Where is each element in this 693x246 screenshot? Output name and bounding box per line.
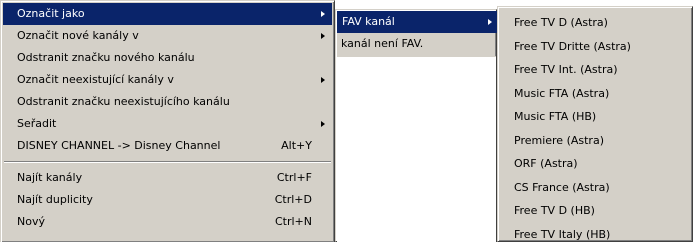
menu-item-label: FAV kanál — [342, 15, 395, 28]
fav-list-submenu: Free TV D (Astra) Free TV Dritte (Astra)… — [497, 6, 693, 242]
menu-item-label: Free TV Dritte (Astra) — [514, 40, 631, 53]
menu-item-label: DISNEY CHANNEL -> Disney Channel — [17, 139, 220, 152]
menu-item-label: Označit jako — [17, 7, 85, 20]
fav-list-item[interactable]: ORF (Astra) — [500, 152, 690, 176]
menu-item-label: Music FTA (Astra) — [514, 87, 609, 100]
menu-item-mark-new-channels[interactable]: Označit nové kanály v — [3, 25, 332, 47]
fav-list-item[interactable]: Free TV D (Astra) — [500, 11, 690, 35]
submenu-arrow-icon — [321, 121, 325, 127]
menu-item-mark-nonexistent-channels[interactable]: Označit neexistující kanály v — [3, 69, 332, 91]
menu-item-label: Free TV Italy (HB) — [514, 228, 610, 241]
menu-item-label: Najít kanály — [17, 171, 82, 184]
menu-item-label: Seřadit — [17, 117, 56, 130]
fav-list-item[interactable]: Music FTA (Astra) — [500, 82, 690, 106]
menu-item-mark-as[interactable]: Označit jako — [3, 3, 332, 25]
mark-as-submenu: FAV kanál kanál není FAV. — [335, 9, 497, 242]
menu-item-label: Najít duplicity — [17, 193, 93, 206]
menu-item-label: Odstranit značku neexistujícího kanálu — [17, 95, 230, 108]
submenu-arrow-icon — [488, 19, 492, 25]
menu-item-find-channels[interactable]: Najít kanály Ctrl+F — [3, 167, 332, 189]
fav-list-item[interactable]: Free TV Int. (Astra) — [500, 58, 690, 82]
menu-item-label: Free TV D (HB) — [514, 204, 595, 217]
menu-item-label: Nový — [17, 215, 45, 228]
submenu-empty-area — [337, 56, 496, 243]
menu-item-label: kanál není FAV. — [341, 37, 423, 50]
menu-item-label: Odstranit značku nového kanálu — [17, 51, 195, 64]
fav-list-item[interactable]: Free TV Dritte (Astra) — [500, 35, 690, 59]
submenu-arrow-icon — [321, 11, 325, 17]
shortcut-label: Ctrl+D — [275, 189, 312, 211]
menu-item-fav-channel[interactable]: FAV kanál — [337, 11, 499, 33]
shortcut-label: Ctrl+N — [275, 211, 312, 233]
shortcut-label: Ctrl+F — [277, 167, 312, 189]
menu-item-remove-nonexistent-mark[interactable]: Odstranit značku neexistujícího kanálu — [3, 91, 332, 113]
shortcut-label: Alt+Y — [281, 135, 312, 157]
menu-item-not-fav[interactable]: kanál není FAV. — [336, 33, 496, 55]
menu-item-sort[interactable]: Seřadit — [3, 113, 332, 135]
context-menu: Označit jako Označit nové kanály v Odstr… — [0, 0, 335, 242]
menu-item-label: Premiere (Astra) — [514, 134, 604, 147]
menu-item-label: Označit neexistující kanály v — [17, 73, 174, 86]
menu-item-find-duplicates[interactable]: Najít duplicity Ctrl+D — [3, 189, 332, 211]
fav-list-item[interactable]: Free TV Italy (HB) — [500, 223, 690, 246]
menu-item-label: Free TV D (Astra) — [514, 16, 608, 29]
fav-list-item[interactable]: Free TV D (HB) — [500, 199, 690, 223]
menu-item-remove-new-mark[interactable]: Odstranit značku nového kanálu — [3, 47, 332, 69]
menu-separator — [4, 161, 331, 163]
submenu-arrow-icon — [321, 77, 325, 83]
menu-item-label: ORF (Astra) — [514, 157, 578, 170]
menu-item-label: CS France (Astra) — [514, 181, 610, 194]
menu-item-new[interactable]: Nový Ctrl+N — [3, 211, 332, 233]
submenu-arrow-icon — [321, 33, 325, 39]
fav-list-item[interactable]: Music FTA (HB) — [500, 105, 690, 129]
fav-list-item[interactable]: CS France (Astra) — [500, 176, 690, 200]
fav-list-item[interactable]: Premiere (Astra) — [500, 129, 690, 153]
menu-item-label: Music FTA (HB) — [514, 110, 596, 123]
menu-item-label: Free TV Int. (Astra) — [514, 63, 618, 76]
menu-item-label: Označit nové kanály v — [17, 29, 139, 42]
menu-item-rename-disney[interactable]: DISNEY CHANNEL -> Disney Channel Alt+Y — [3, 135, 332, 157]
